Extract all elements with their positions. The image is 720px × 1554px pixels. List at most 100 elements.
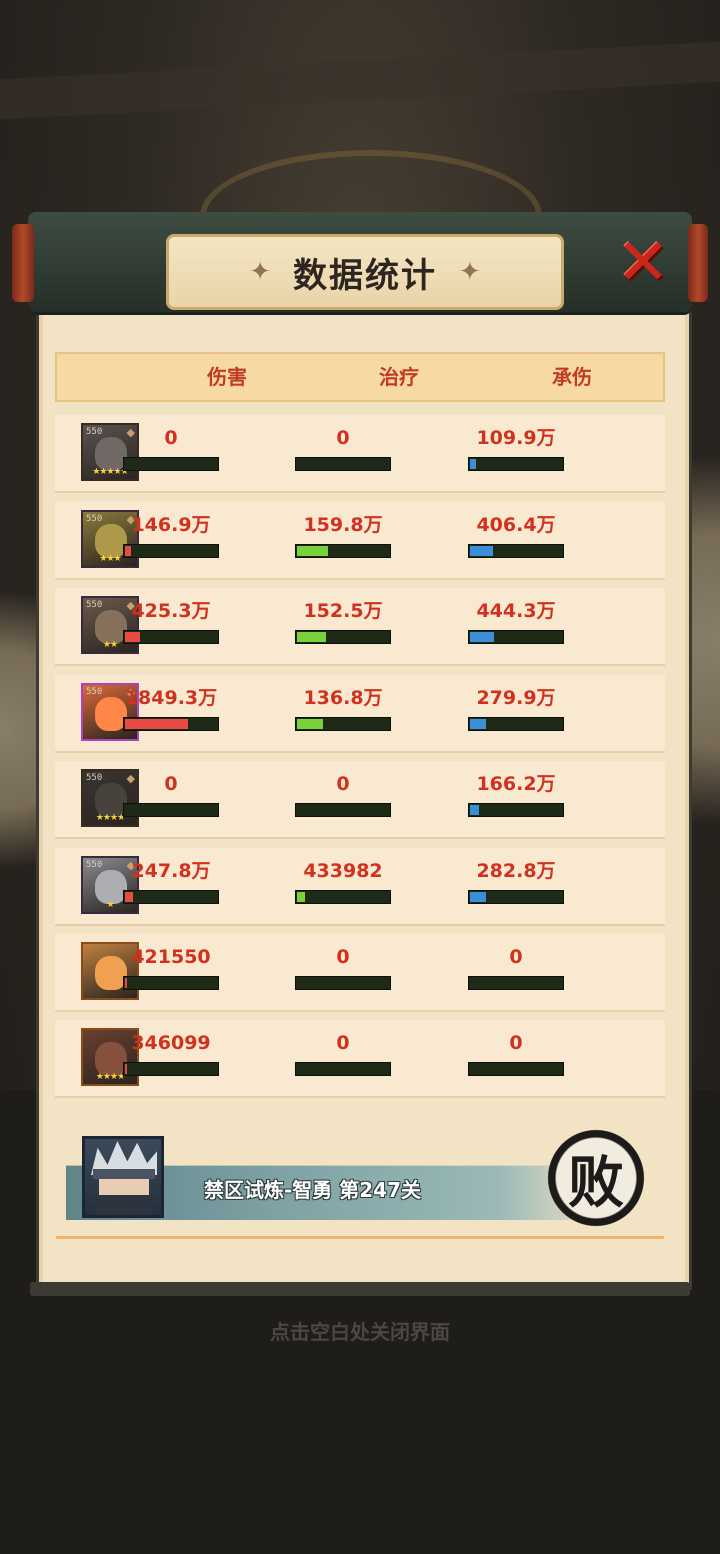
unit-level: 550 bbox=[86, 600, 103, 610]
stat-cell-heal: 0 bbox=[295, 771, 391, 817]
stat-cell-heal: 433982 bbox=[295, 858, 391, 904]
hero-mask bbox=[95, 1195, 153, 1215]
stat-bar-fill-damage bbox=[125, 978, 127, 988]
stage-name: 禁区试炼-智勇 第247关 bbox=[204, 1178, 422, 1202]
stat-value-tank: 406.4万 bbox=[476, 514, 556, 536]
stat-cell-heal: 136.8万 bbox=[295, 685, 391, 731]
background-band bbox=[0, 38, 720, 122]
stat-value-damage: 0 bbox=[164, 773, 178, 795]
stat-bar-damage bbox=[123, 803, 219, 817]
column-header-damage: 伤害 bbox=[207, 365, 247, 389]
stat-bar-fill-damage bbox=[125, 546, 131, 556]
stat-cell-heal: 0 bbox=[295, 1030, 391, 1076]
stat-bar-fill-tank bbox=[470, 546, 493, 556]
stat-value-damage: 425.3万 bbox=[131, 600, 211, 622]
hero-headband bbox=[93, 1169, 155, 1179]
stat-value-damage: 346099 bbox=[131, 1032, 211, 1054]
stat-cell-damage: 0 bbox=[123, 771, 219, 817]
stat-cell-heal: 0 bbox=[295, 425, 391, 471]
stat-bar-heal bbox=[295, 544, 391, 558]
stat-bar-heal bbox=[295, 890, 391, 904]
stat-cell-damage: 146.9万 bbox=[123, 512, 219, 558]
stat-cell-heal: 152.5万 bbox=[295, 598, 391, 644]
defeat-seal: 败 bbox=[544, 1128, 648, 1228]
stat-value-heal: 136.8万 bbox=[303, 687, 383, 709]
close-button[interactable]: ✕ bbox=[612, 226, 674, 300]
stat-value-damage: 247.8万 bbox=[131, 860, 211, 882]
stat-cell-tank: 166.2万 bbox=[468, 771, 564, 817]
table-row: 550 ◆ ★★★★★ 0 0 109.9万 bbox=[55, 415, 665, 493]
stat-bar-fill-damage bbox=[125, 892, 134, 902]
stat-cell-damage: 247.8万 bbox=[123, 858, 219, 904]
stat-bar-fill-tank bbox=[470, 459, 476, 469]
stat-cell-damage: 0 bbox=[123, 425, 219, 471]
stat-bar-damage bbox=[123, 1062, 219, 1076]
stat-value-heal: 0 bbox=[336, 427, 350, 449]
stat-value-tank: 282.8万 bbox=[476, 860, 556, 882]
result-text: 败 bbox=[568, 1149, 624, 1216]
stat-bar-fill-damage bbox=[125, 1064, 127, 1074]
close-hint: 点击空白处关闭界面 bbox=[270, 1320, 450, 1344]
page-title: 数据统计 bbox=[293, 255, 437, 296]
stat-cell-heal: 0 bbox=[295, 944, 391, 990]
table-row: 550 ◆ ★★★★ 0 0 166.2万 bbox=[55, 761, 665, 839]
stat-bar-damage bbox=[123, 457, 219, 471]
stat-cell-tank: 0 bbox=[468, 944, 564, 990]
stat-bar-fill-tank bbox=[470, 632, 495, 642]
stat-value-heal: 433982 bbox=[303, 860, 383, 882]
stat-bar-heal bbox=[295, 803, 391, 817]
stat-bar-heal bbox=[295, 976, 391, 990]
unit-level: 550 bbox=[86, 514, 103, 524]
shuriken-icon: ✦ bbox=[459, 257, 481, 287]
stat-bar-tank bbox=[468, 717, 564, 731]
stat-cell-tank: 0 bbox=[468, 1030, 564, 1076]
column-header-heal: 治疗 bbox=[379, 365, 419, 389]
stat-value-tank: 0 bbox=[509, 1032, 523, 1054]
stat-cell-heal: 159.8万 bbox=[295, 512, 391, 558]
stat-value-tank: 166.2万 bbox=[476, 773, 556, 795]
stat-bar-fill-tank bbox=[470, 719, 486, 729]
table-row: 550 ◆ 1849.3万 136.8万 279.9万 bbox=[55, 675, 665, 753]
table-row: 550 ◆ ★★ 425.3万 152.5万 444.3万 bbox=[55, 588, 665, 666]
unit-level: 550 bbox=[86, 860, 103, 870]
stat-cell-damage: 1849.3万 bbox=[123, 685, 219, 731]
stat-bar-fill-tank bbox=[470, 892, 486, 902]
stat-bar-damage bbox=[123, 630, 219, 644]
stat-value-damage: 0 bbox=[164, 427, 178, 449]
hero-portrait bbox=[82, 1136, 164, 1218]
stat-bar-fill-heal bbox=[297, 892, 306, 902]
scroll-roller-left bbox=[12, 224, 34, 302]
stat-cell-damage: 346099 bbox=[123, 1030, 219, 1076]
stat-bar-tank bbox=[468, 630, 564, 644]
stat-bar-heal bbox=[295, 630, 391, 644]
table-row: 421550 0 0 bbox=[55, 934, 665, 1012]
stat-bar-heal bbox=[295, 1062, 391, 1076]
stat-cell-tank: 282.8万 bbox=[468, 858, 564, 904]
stat-bar-heal bbox=[295, 717, 391, 731]
stat-bar-tank bbox=[468, 890, 564, 904]
unit-level: 550 bbox=[86, 687, 103, 697]
stat-cell-tank: 406.4万 bbox=[468, 512, 564, 558]
stat-bar-fill-damage bbox=[125, 632, 141, 642]
scroll-bottom-rod bbox=[30, 1282, 690, 1296]
divider bbox=[56, 1236, 664, 1239]
stat-value-tank: 279.9万 bbox=[476, 687, 556, 709]
stat-bar-fill-heal bbox=[297, 546, 329, 556]
stat-value-heal: 159.8万 bbox=[303, 514, 383, 536]
stat-bar-tank bbox=[468, 544, 564, 558]
stat-bar-fill-heal bbox=[297, 632, 327, 642]
close-icon: ✕ bbox=[616, 226, 670, 300]
stat-bar-tank bbox=[468, 976, 564, 990]
stat-cell-damage: 421550 bbox=[123, 944, 219, 990]
stat-bar-fill-damage bbox=[125, 719, 188, 729]
stat-bar-damage bbox=[123, 976, 219, 990]
stat-value-tank: 444.3万 bbox=[476, 600, 556, 622]
stat-bar-tank bbox=[468, 1062, 564, 1076]
stat-cell-damage: 425.3万 bbox=[123, 598, 219, 644]
stat-bar-fill-heal bbox=[297, 719, 324, 729]
stat-value-damage: 1849.3万 bbox=[124, 687, 218, 709]
stat-cell-tank: 109.9万 bbox=[468, 425, 564, 471]
stat-cell-tank: 279.9万 bbox=[468, 685, 564, 731]
stat-value-heal: 152.5万 bbox=[303, 600, 383, 622]
stat-bar-heal bbox=[295, 457, 391, 471]
